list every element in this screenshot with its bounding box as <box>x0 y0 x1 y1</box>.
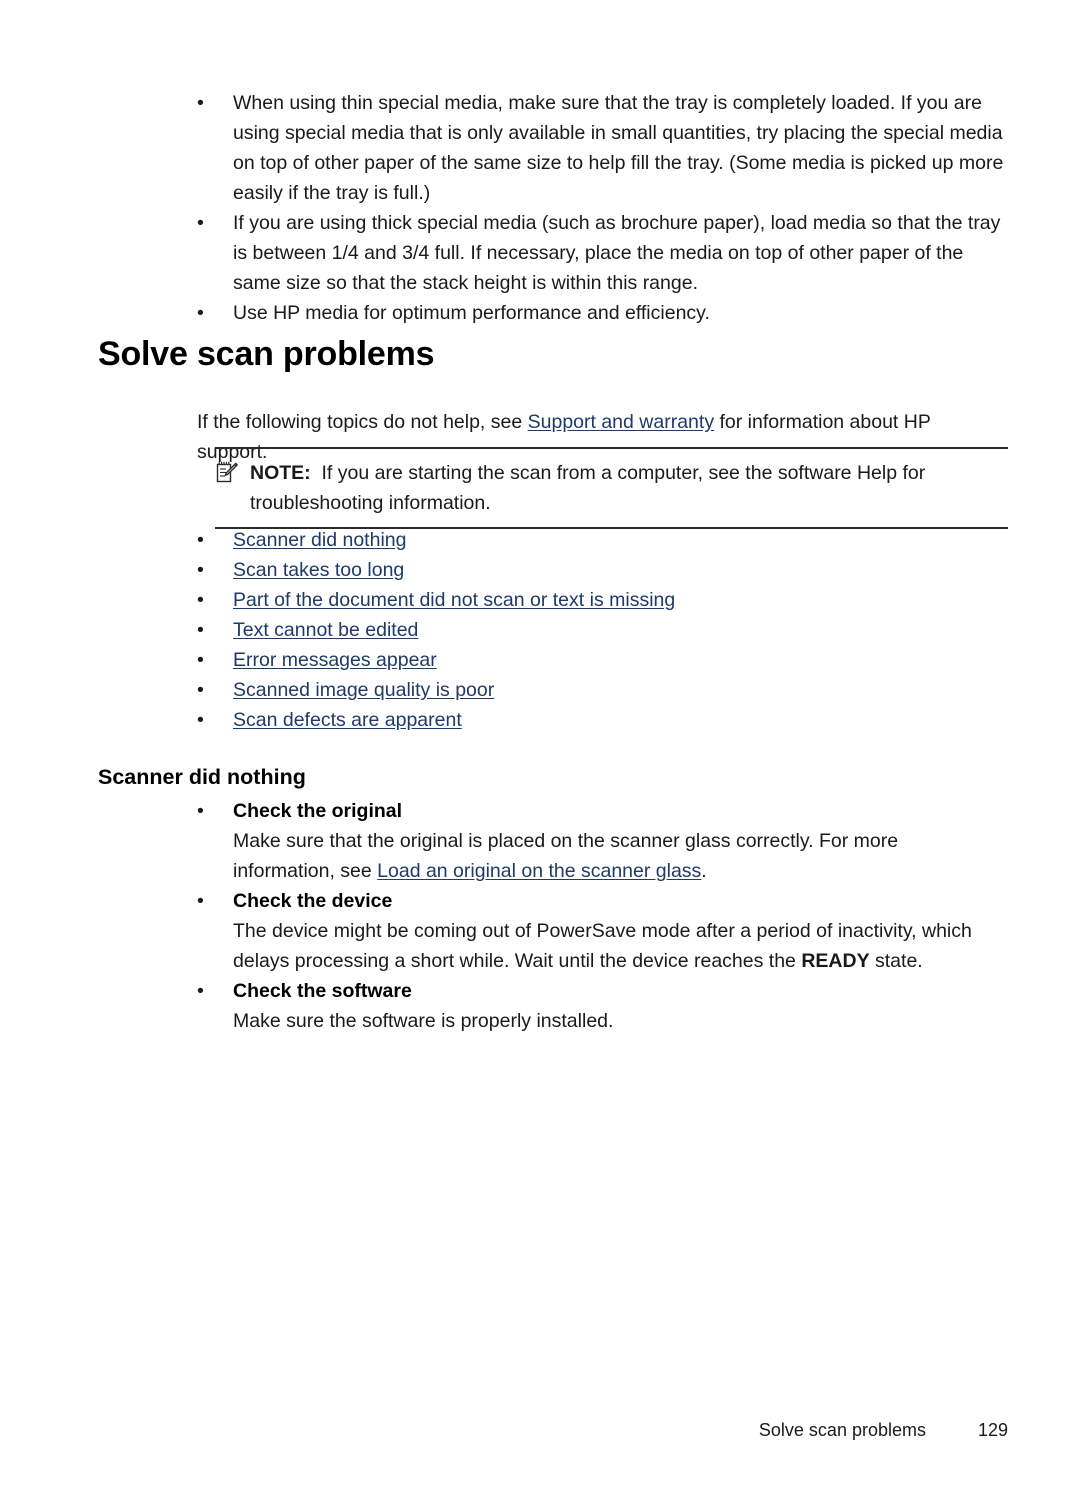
list-item: • Text cannot be edited <box>197 615 1009 645</box>
note-body: If you are starting the scan from a comp… <box>250 462 926 514</box>
intro-text-before: If the following topics do not help, see <box>197 410 528 433</box>
topic-link-scan-takes-too-long[interactable]: Scan takes too long <box>233 559 404 581</box>
list-item: • Scan defects are apparent <box>197 705 1009 735</box>
check-title: Check the device <box>233 890 393 912</box>
list-item: • Scan takes too long <box>197 555 1009 585</box>
section-title-scanner-did-nothing: Scanner did nothing <box>98 765 306 789</box>
list-item: • Part of the document did not scan or t… <box>197 585 1009 615</box>
topic-link-scanner-did-nothing[interactable]: Scanner did nothing <box>233 529 406 551</box>
topic-link-scanned-image-quality-is-poor[interactable]: Scanned image quality is poor <box>233 679 494 701</box>
check-item-device: • Check the device The device might be c… <box>197 886 992 976</box>
check-body: Make sure that the original is placed on… <box>233 826 992 886</box>
bullet-marker: • <box>197 589 204 611</box>
media-tips-list: • When using thin special media, make su… <box>197 88 1009 328</box>
ready-state-emphasis: READY <box>801 950 870 972</box>
footer-chapter-title: Solve scan problems <box>758 1420 926 1440</box>
note-callout: NOTE: If you are starting the scan from … <box>215 447 1008 529</box>
topic-link-text-cannot-be-edited[interactable]: Text cannot be edited <box>233 619 418 641</box>
troubleshooting-checks-list: • Check the original Make sure that the … <box>197 796 992 1036</box>
bullet-marker: • <box>197 529 204 551</box>
list-item: • Error messages appear <box>197 645 1009 675</box>
bullet-marker: • <box>197 302 204 324</box>
bullet-marker: • <box>197 709 204 731</box>
page-footer: Solve scan problems 129 <box>98 1418 1008 1442</box>
check-title: Check the software <box>233 980 412 1002</box>
list-item: • If you are using thick special media (… <box>197 208 1009 298</box>
check-item-software: • Check the software Make sure the softw… <box>197 976 992 1036</box>
bullet-marker: • <box>197 619 204 641</box>
check-title: Check the original <box>233 800 403 822</box>
bullet-marker: • <box>197 890 204 912</box>
bullet-marker: • <box>197 679 204 701</box>
check-body-after: state. <box>869 950 923 972</box>
list-item-text: When using thin special media, make sure… <box>233 92 1004 204</box>
bullet-marker: • <box>197 559 204 581</box>
bullet-marker: • <box>197 800 204 822</box>
check-item-original: • Check the original Make sure that the … <box>197 796 992 886</box>
note-pencil-icon <box>215 460 239 484</box>
list-item: • Scanned image quality is poor <box>197 675 1009 705</box>
topic-link-scan-defects-are-apparent[interactable]: Scan defects are apparent <box>233 709 462 731</box>
bullet-marker: • <box>197 92 204 114</box>
load-original-link[interactable]: Load an original on the scanner glass <box>377 860 701 882</box>
support-and-warranty-link[interactable]: Support and warranty <box>528 411 714 433</box>
bullet-marker: • <box>197 980 204 1002</box>
bullet-marker: • <box>197 649 204 671</box>
list-item: • Use HP media for optimum performance a… <box>197 298 1009 328</box>
list-item-text: If you are using thick special media (su… <box>233 212 1001 294</box>
list-item: • Scanner did nothing <box>197 525 1009 555</box>
page-title: Solve scan problems <box>98 335 435 373</box>
topic-link-error-messages-appear[interactable]: Error messages appear <box>233 649 437 671</box>
check-body: Make sure the software is properly insta… <box>233 1010 614 1032</box>
check-body: The device might be coming out of PowerS… <box>233 916 992 976</box>
bullet-marker: • <box>197 212 204 234</box>
check-body-after: . <box>701 860 707 882</box>
note-text: NOTE: If you are starting the scan from … <box>250 462 925 514</box>
list-item-text: Use HP media for optimum performance and… <box>233 302 710 324</box>
topic-link-part-of-document-did-not-scan[interactable]: Part of the document did not scan or tex… <box>233 589 675 611</box>
note-label: NOTE: <box>250 462 311 484</box>
list-item: • When using thin special media, make su… <box>197 88 1009 208</box>
document-page: • When using thin special media, make su… <box>0 0 1080 1495</box>
footer-page-number: 129 <box>977 1420 1008 1440</box>
scan-topics-list: • Scanner did nothing • Scan takes too l… <box>197 525 1009 735</box>
